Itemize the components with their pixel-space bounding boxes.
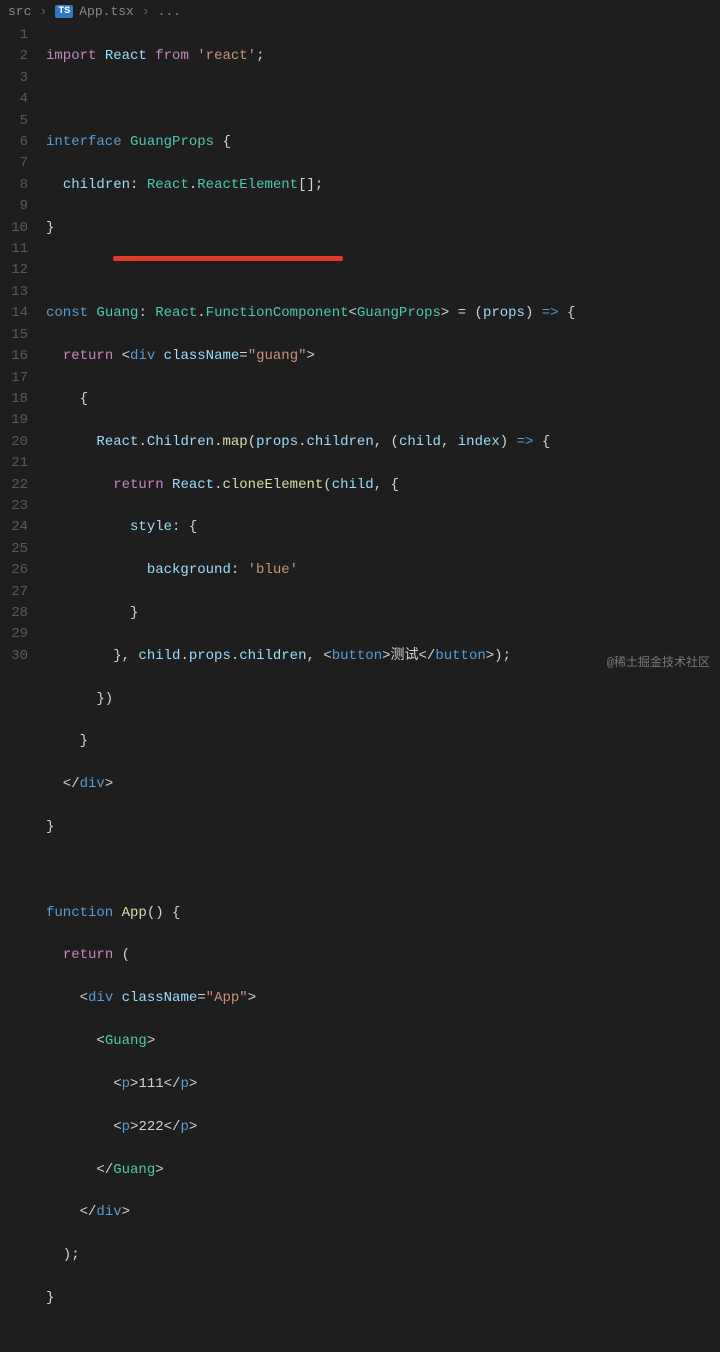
code-line: return ( [46, 945, 575, 966]
line-number: 18 [8, 389, 28, 410]
line-number: 13 [8, 282, 28, 303]
line-number: 12 [8, 260, 28, 281]
line-number: 24 [8, 517, 28, 538]
line-number: 28 [8, 603, 28, 624]
code-line: } [46, 817, 575, 838]
code-line: }, child.props.children, <button>测试</but… [46, 646, 575, 667]
line-number: 15 [8, 325, 28, 346]
ts-file-icon: TS [55, 5, 73, 18]
line-number: 16 [8, 346, 28, 367]
code-line: <div className="App"> [46, 988, 575, 1009]
code-line: </Guang> [46, 1160, 575, 1181]
line-number: 5 [8, 111, 28, 132]
line-number: 9 [8, 196, 28, 217]
line-number: 26 [8, 560, 28, 581]
breadcrumb-file[interactable]: App.tsx [79, 4, 134, 19]
code-line: return React.cloneElement(child, { [46, 475, 575, 496]
code-line [46, 89, 575, 110]
breadcrumb: src › TS App.tsx › ... [0, 0, 720, 25]
code-line: style: { [46, 517, 575, 538]
line-number: 4 [8, 89, 28, 110]
chevron-right-icon: › [140, 4, 152, 19]
line-number: 14 [8, 303, 28, 324]
line-number: 11 [8, 239, 28, 260]
line-number: 1 [8, 25, 28, 46]
line-number: 7 [8, 153, 28, 174]
code-line [46, 860, 575, 881]
line-number: 19 [8, 410, 28, 431]
line-number: 23 [8, 496, 28, 517]
line-number: 27 [8, 582, 28, 603]
code-content[interactable]: import React from 'react'; interface Gua… [46, 25, 575, 1352]
line-number: 10 [8, 218, 28, 239]
code-line: React.Children.map(props.children, (chil… [46, 432, 575, 453]
code-line [46, 260, 575, 281]
code-line: } [46, 731, 575, 752]
line-number: 17 [8, 368, 28, 389]
line-number: 30 [8, 646, 28, 667]
code-line: } [46, 1288, 575, 1309]
code-editor[interactable]: 1 2 3 4 5 6 7 8 9 10 11 12 13 14 15 16 1… [0, 25, 720, 1352]
code-line: </div> [46, 1202, 575, 1223]
line-number: 29 [8, 624, 28, 645]
code-line: background: 'blue' [46, 560, 575, 581]
line-number: 2 [8, 46, 28, 67]
code-line: function App() { [46, 903, 575, 924]
line-number: 6 [8, 132, 28, 153]
line-number: 22 [8, 475, 28, 496]
line-number: 25 [8, 539, 28, 560]
code-line: import React from 'react'; [46, 46, 575, 67]
code-line: ); [46, 1245, 575, 1266]
line-number: 21 [8, 453, 28, 474]
code-line: const Guang: React.FunctionComponent<Gua… [46, 303, 575, 324]
code-line: } [46, 218, 575, 239]
line-number: 3 [8, 68, 28, 89]
breadcrumb-trail[interactable]: ... [158, 4, 181, 19]
line-number: 20 [8, 432, 28, 453]
code-line: <p>222</p> [46, 1117, 575, 1138]
code-line: </div> [46, 774, 575, 795]
code-line: return <div className="guang"> [46, 346, 575, 367]
code-line: }) [46, 689, 575, 710]
line-number: 8 [8, 175, 28, 196]
code-line: <p>111</p> [46, 1074, 575, 1095]
line-number-gutter: 1 2 3 4 5 6 7 8 9 10 11 12 13 14 15 16 1… [0, 25, 46, 1352]
code-line: <Guang> [46, 1031, 575, 1052]
code-line: children: React.ReactElement[]; [46, 175, 575, 196]
annotation-underline [113, 256, 343, 261]
chevron-right-icon: › [37, 4, 49, 19]
code-line: interface GuangProps { [46, 132, 575, 153]
breadcrumb-folder[interactable]: src [8, 4, 31, 19]
watermark: @稀土掘金技术社区 [607, 653, 710, 670]
code-line: { [46, 389, 575, 410]
code-line: } [46, 603, 575, 624]
